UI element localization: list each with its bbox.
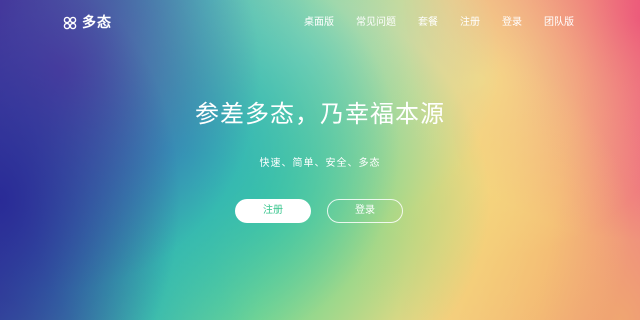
top-navigation-bar: 多态 桌面版 常见问题 套餐 注册 登录 团队版	[0, 0, 640, 48]
brand-name: 多态	[82, 15, 112, 31]
hero-section: 多态 桌面版 常见问题 套餐 注册 登录 团队版 参差多态，乃幸福本源 快速、简…	[0, 0, 640, 320]
hero-headline: 参差多态，乃幸福本源	[195, 100, 445, 128]
brand-logo[interactable]: 多态	[63, 15, 112, 31]
register-button[interactable]: 注册	[235, 199, 311, 223]
nav-item-pricing[interactable]: 套餐	[418, 17, 438, 29]
main-nav: 桌面版 常见问题 套餐 注册 登录 团队版	[282, 17, 574, 29]
hero-tagline: 快速、简单、安全、多态	[259, 158, 381, 169]
nav-item-desktop[interactable]: 桌面版	[304, 17, 334, 29]
nav-item-register[interactable]: 注册	[460, 17, 480, 29]
nav-item-login[interactable]: 登录	[502, 17, 522, 29]
double-infinity-logo-icon	[63, 16, 77, 30]
login-button[interactable]: 登录	[327, 199, 403, 223]
nav-item-faq[interactable]: 常见问题	[356, 17, 396, 29]
nav-item-team[interactable]: 团队版	[544, 17, 574, 29]
